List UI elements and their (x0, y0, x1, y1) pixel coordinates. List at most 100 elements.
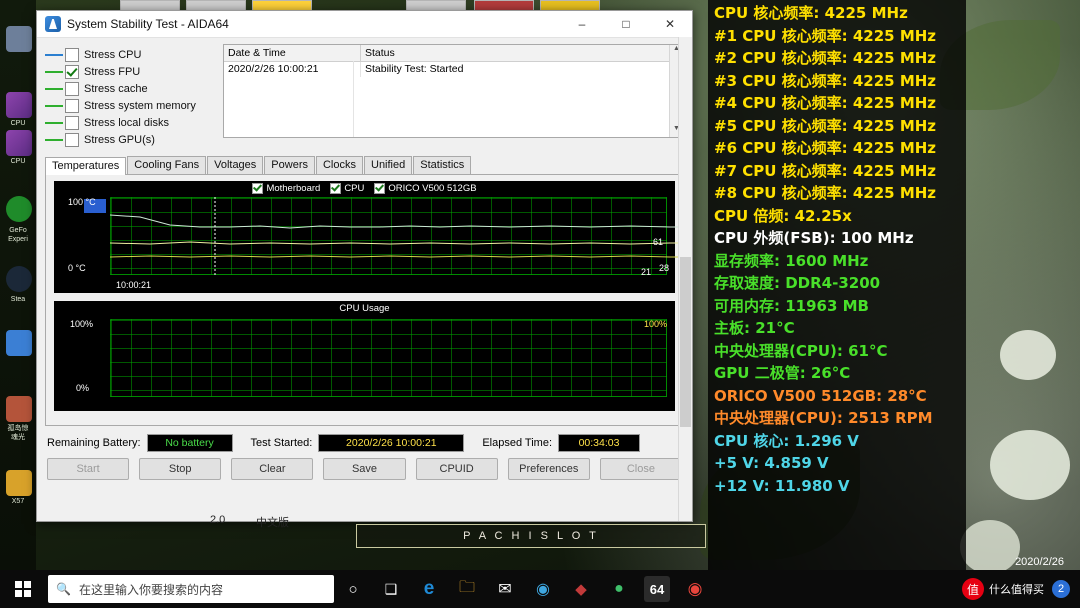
cortana-icon[interactable]: ○ (334, 570, 372, 608)
temp-axis-max: 100 °C (68, 197, 96, 207)
status-log-table[interactable]: Date & Time Status 2020/2/26 10:00:21 St… (223, 44, 684, 138)
tab-clocks[interactable]: Clocks (316, 156, 363, 174)
steam-icon[interactable] (6, 266, 32, 292)
stress-cpu-checkbox[interactable] (65, 48, 79, 62)
stress-fpu-checkbox[interactable] (65, 65, 79, 79)
usage-axis-max: 100% (70, 319, 93, 329)
maximize-button[interactable]: □ (604, 11, 648, 37)
tab-temperatures[interactable]: Temperatures (45, 157, 126, 175)
osd-line-0: CPU 核心频率: 4225 MHz (714, 2, 966, 25)
memory-indicator-bar (45, 101, 63, 111)
app-icon-2[interactable]: ◆ (562, 570, 600, 608)
legend-checkbox-orico[interactable] (374, 183, 385, 194)
legend-cpu[interactable]: CPU (330, 183, 364, 194)
preferences-button[interactable]: Preferences (508, 458, 590, 480)
tab-cooling-fans[interactable]: Cooling Fans (127, 156, 206, 174)
osd-line-12: 存取速度: DDR4-3200 (714, 272, 966, 295)
osd-line-15: 中央处理器(CPU): 61°C (714, 340, 966, 363)
tab-statistics[interactable]: Statistics (413, 156, 471, 174)
x570-folder-icon[interactable] (6, 470, 32, 496)
search-box[interactable]: 🔍 在这里输入你要搜索的内容 (48, 575, 334, 603)
osd-line-18: 中央处理器(CPU): 2513 RPM (714, 407, 966, 430)
window-vertical-scrollbar[interactable] (678, 37, 692, 521)
stress-option-disks[interactable]: Stress local disks (45, 114, 215, 131)
tray-count-badge[interactable]: 2 (1052, 580, 1070, 598)
smzdm-widget[interactable]: 值 什么值得买 (962, 578, 1044, 600)
table-row[interactable]: 2020/2/26 10:00:21 Stability Test: Start… (224, 62, 683, 77)
desktop-icon-strip: CPU CPU GeFoExperi Stea 孤岛惊魂光 X57 (0, 0, 36, 570)
stress-cache-label: Stress cache (84, 83, 148, 95)
tab-powers[interactable]: Powers (264, 156, 315, 174)
legend-checkbox-cpu[interactable] (330, 183, 341, 194)
smzdm-label: 什么值得买 (989, 581, 1044, 597)
app-icon-1[interactable]: ◉ (524, 570, 562, 608)
guild-icon[interactable] (6, 396, 32, 422)
osd-line-19: CPU 核心: 1.296 V (714, 430, 966, 453)
close-button[interactable]: ✕ (648, 11, 692, 37)
cpu-z-2-label: CPU (0, 158, 36, 165)
task-view-icon[interactable]: ❑ (372, 570, 410, 608)
clear-button[interactable]: Clear (231, 458, 313, 480)
legend-label-cpu: CPU (344, 183, 364, 194)
tab-unified[interactable]: Unified (364, 156, 412, 174)
scrollbar-thumb[interactable] (680, 257, 691, 427)
stop-button[interactable]: Stop (139, 458, 221, 480)
osd-line-11: 显存频率: 1600 MHz (714, 250, 966, 273)
geforce-experience-label: GeFoExperi (0, 226, 36, 244)
status-row: Remaining Battery: No battery Test Start… (45, 428, 684, 452)
file-explorer-icon[interactable]: 🗀 (448, 570, 486, 608)
start-button-taskbar[interactable] (0, 570, 46, 608)
charts-panel: Motherboard CPU ORICO V500 512GB 100 °C … (45, 175, 684, 426)
game-clock-date: 2020/2/26 (1015, 556, 1064, 569)
stress-disks-checkbox[interactable] (65, 116, 79, 130)
pachislot-banner: P A C H I S L O T (356, 524, 706, 548)
gpu-indicator-bar (45, 135, 63, 145)
stress-option-memory[interactable]: Stress system memory (45, 97, 215, 114)
window-titlebar[interactable]: System Stability Test - AIDA64 – □ ✕ (37, 11, 692, 38)
osd-line-2: #2 CPU 核心频率: 4225 MHz (714, 47, 966, 70)
temperature-traces (110, 197, 685, 275)
minimize-button[interactable]: – (560, 11, 604, 37)
taskbar: 🔍 在这里输入你要搜索的内容 ○ ❑ e 🗀 ✉ ◉ ◆ ● 64 ◉ 值 什么… (0, 570, 1080, 608)
app-icon-3[interactable]: ● (600, 570, 638, 608)
mail-icon[interactable]: ✉ (486, 570, 524, 608)
test-started-value: 2020/2/26 10:00:21 (318, 434, 464, 452)
battery-value: No battery (147, 434, 233, 452)
disks-indicator-bar (45, 118, 63, 128)
temp-axis-min: 0 °C (68, 263, 86, 273)
smzdm-badge-icon: 值 (962, 578, 984, 600)
cpuid-button[interactable]: CPUID (416, 458, 498, 480)
osd-line-8: #8 CPU 核心频率: 4225 MHz (714, 182, 966, 205)
start-button[interactable]: Start (47, 458, 129, 480)
aida64-window: System Stability Test - AIDA64 – □ ✕ Str… (36, 10, 693, 522)
cpu-z-2-icon[interactable] (6, 130, 32, 156)
legend-checkbox-motherboard[interactable] (252, 183, 263, 194)
chrome-icon[interactable]: ◉ (676, 570, 714, 608)
tab-voltages[interactable]: Voltages (207, 156, 263, 174)
battery-label: Remaining Battery: (47, 437, 141, 449)
elapsed-value: 00:34:03 (558, 434, 640, 452)
legend-motherboard[interactable]: Motherboard (252, 183, 320, 194)
osd-line-7: #7 CPU 核心频率: 4225 MHz (714, 160, 966, 183)
aida64-icon[interactable]: 64 (644, 576, 670, 602)
stress-memory-checkbox[interactable] (65, 99, 79, 113)
cpu-z-1-icon[interactable] (6, 92, 32, 118)
usage-axis-min: 0% (76, 383, 89, 393)
legend-orico[interactable]: ORICO V500 512GB (374, 183, 476, 194)
edge-icon[interactable]: e (410, 570, 448, 608)
stress-option-fpu[interactable]: Stress FPU (45, 63, 215, 80)
close-action-button[interactable]: Close (600, 458, 682, 480)
log-header-datetime: Date & Time (224, 45, 361, 61)
stress-option-gpu[interactable]: Stress GPU(s) (45, 131, 215, 148)
stress-gpu-checkbox[interactable] (65, 133, 79, 147)
folder-icon[interactable] (6, 330, 32, 356)
stress-option-cache[interactable]: Stress cache (45, 80, 215, 97)
geforce-experience-icon[interactable] (6, 196, 32, 222)
save-button[interactable]: Save (323, 458, 405, 480)
stress-options-list: Stress CPU Stress FPU Stress cache Stres… (45, 44, 215, 148)
temperature-chart: Motherboard CPU ORICO V500 512GB 100 °C … (54, 181, 675, 293)
stress-cache-checkbox[interactable] (65, 82, 79, 96)
log-cell-datetime: 2020/2/26 10:00:21 (224, 62, 361, 77)
stress-option-cpu[interactable]: Stress CPU (45, 46, 215, 63)
recycle-bin-icon[interactable] (6, 26, 32, 52)
